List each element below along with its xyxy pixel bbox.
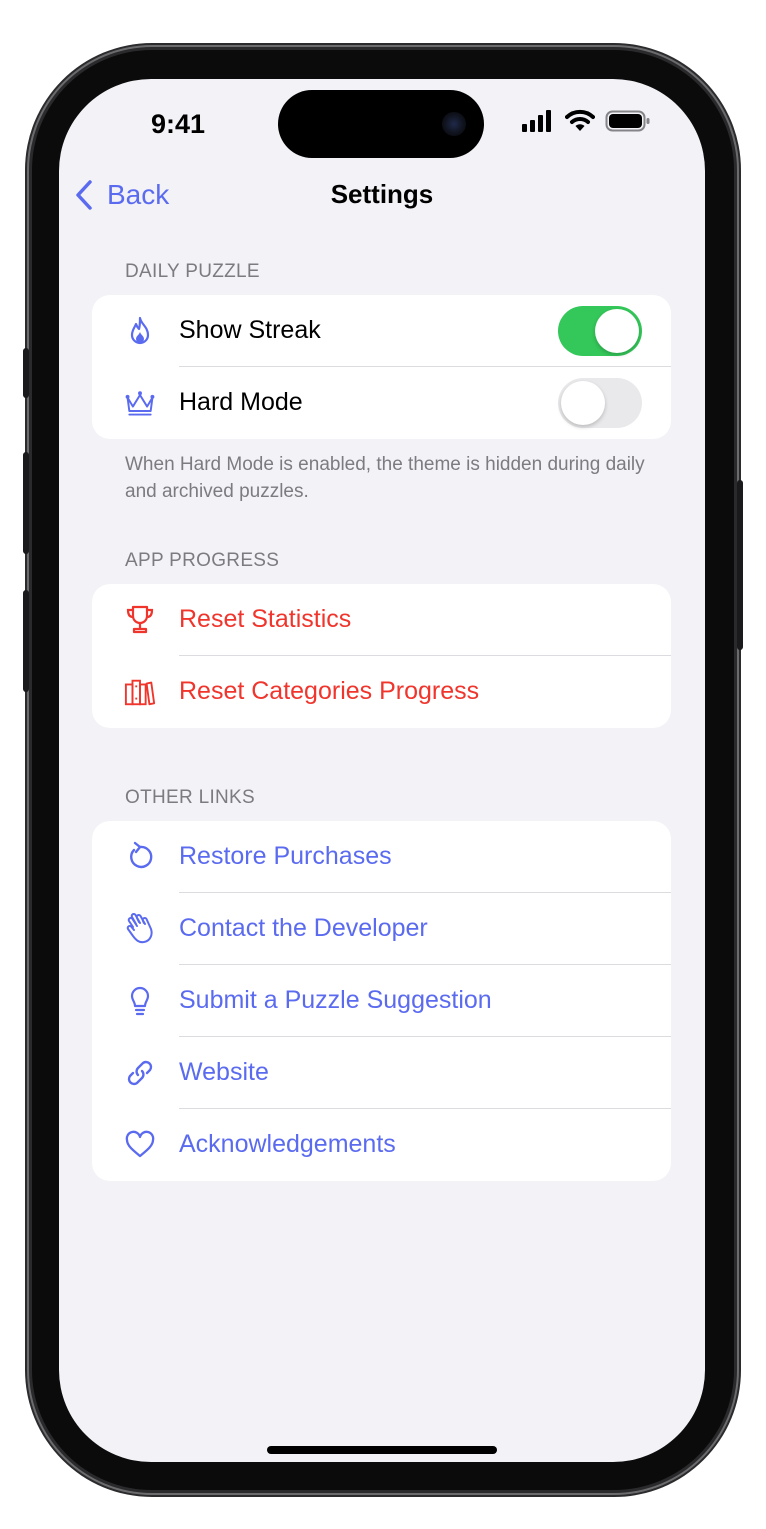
heart-icon — [125, 1130, 155, 1158]
app-progress-group: Reset Statistics Reset Categories Progre… — [92, 584, 671, 728]
waving-hand-icon — [126, 913, 153, 944]
reset-statistics-button[interactable]: Reset Statistics — [92, 584, 671, 656]
show-streak-toggle[interactable] — [558, 306, 642, 356]
submit-suggestion-button[interactable]: Submit a Puzzle Suggestion — [92, 965, 671, 1037]
contact-developer-label: Contact the Developer — [179, 914, 428, 942]
flame-icon — [130, 316, 150, 345]
trophy-icon — [126, 605, 154, 634]
hard-mode-toggle[interactable] — [558, 378, 642, 428]
section-header-other-links: OTHER LINKS — [125, 787, 255, 808]
hard-mode-footer: When Hard Mode is enabled, the theme is … — [125, 454, 645, 502]
website-button[interactable]: Website — [92, 1037, 671, 1109]
section-header-daily-puzzle: DAILY PUZZLE — [125, 261, 260, 282]
reset-categories-label: Reset Categories Progress — [179, 677, 480, 705]
submit-suggestion-label: Submit a Puzzle Suggestion — [179, 986, 492, 1014]
row-hard-mode: Hard Mode — [92, 367, 671, 439]
volume-down-button — [23, 590, 29, 692]
other-links-group: Restore Purchases Contact the Developer … — [92, 821, 671, 1181]
camera-icon — [442, 112, 466, 136]
crown-icon — [125, 391, 155, 416]
restore-purchases-label: Restore Purchases — [179, 842, 392, 870]
power-button — [737, 480, 743, 650]
battery-icon — [605, 110, 650, 132]
daily-puzzle-group: Show Streak Hard Mode — [92, 295, 671, 439]
cellular-signal-icon — [522, 110, 551, 132]
volume-up-button — [23, 452, 29, 554]
dynamic-island — [278, 90, 484, 158]
website-label: Website — [179, 1058, 269, 1086]
home-indicator[interactable] — [267, 1446, 497, 1454]
row-show-streak: Show Streak — [92, 295, 671, 367]
reset-categories-button[interactable]: Reset Categories Progress — [92, 656, 671, 728]
toggle-knob — [595, 309, 639, 353]
restore-icon — [130, 841, 153, 869]
link-icon — [127, 1060, 153, 1086]
books-icon — [124, 679, 156, 706]
acknowledgements-label: Acknowledgements — [179, 1130, 396, 1158]
acknowledgements-button[interactable]: Acknowledgements — [92, 1109, 671, 1181]
reset-statistics-label: Reset Statistics — [179, 605, 352, 633]
status-time: 9:41 — [151, 109, 206, 139]
restore-purchases-button[interactable]: Restore Purchases — [92, 821, 671, 893]
toggle-knob — [561, 381, 605, 425]
screen: 9:41 Back Settings DAILY PUZZLE Show Str… — [59, 79, 705, 1462]
lightbulb-icon — [130, 986, 150, 1016]
contact-developer-button[interactable]: Contact the Developer — [92, 893, 671, 965]
section-header-app-progress: APP PROGRESS — [125, 550, 280, 571]
show-streak-label: Show Streak — [179, 316, 321, 344]
wifi-icon — [565, 109, 595, 131]
navigation-bar: Back Settings — [59, 175, 705, 215]
hard-mode-label: Hard Mode — [179, 388, 303, 416]
action-button — [23, 348, 29, 398]
page-title: Settings — [330, 179, 434, 209]
